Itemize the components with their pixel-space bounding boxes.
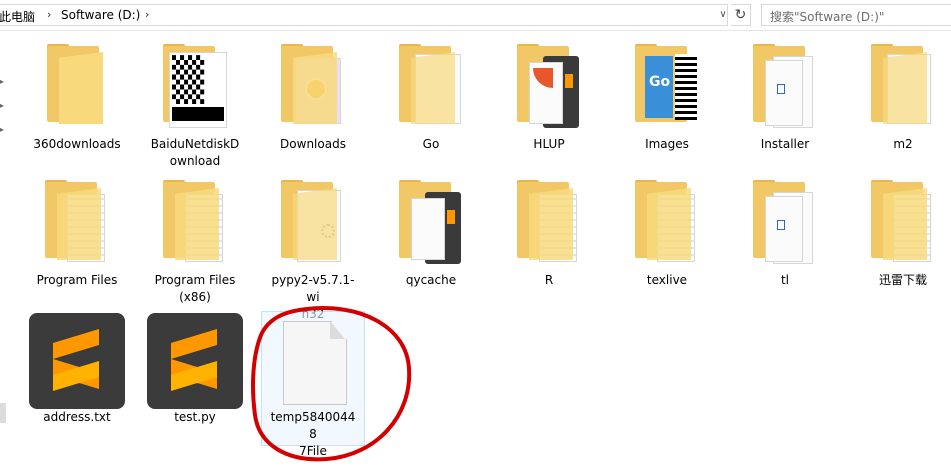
pin-icon[interactable]: ▸: [0, 125, 4, 134]
folder-icon: [27, 40, 127, 136]
pin-icon[interactable]: ▸: [0, 101, 4, 110]
folder-icon: Go: [617, 40, 717, 136]
item-label: Program Files: [36, 273, 118, 287]
annotation-circle: [251, 306, 412, 462]
folder-item[interactable]: Go: [381, 40, 481, 153]
item-label-line-1: BaiduNetdiskD: [150, 137, 240, 151]
folder-item[interactable]: tl: [735, 176, 835, 289]
breadcrumb-separator-icon[interactable]: ›: [47, 8, 51, 21]
go-gopher-icon: Go: [649, 74, 671, 90]
item-label: texlive: [646, 273, 688, 287]
sublime-text-icon: [29, 313, 125, 409]
folder-icon: [853, 176, 951, 272]
search-input[interactable]: 搜索"Software (D:)": [761, 4, 951, 26]
folder-icon: [617, 176, 717, 272]
folder-icon: [735, 40, 835, 136]
folder-item[interactable]: HLUP: [499, 40, 599, 153]
item-label: address.txt: [43, 410, 111, 424]
item-label-line-2: ownload: [169, 154, 221, 168]
folder-icon: [263, 176, 363, 272]
item-label-line-1: Program Files: [154, 273, 236, 287]
folder-item[interactable]: texlive: [617, 176, 717, 289]
item-label: Downloads: [280, 137, 346, 151]
folder-icon: [853, 40, 951, 136]
scrollbar-thumb[interactable]: [0, 403, 6, 423]
folder-icon: [735, 176, 835, 272]
file-item[interactable]: test.py: [145, 313, 245, 426]
navigation-pane[interactable]: ▸ ▸ ▸: [0, 31, 8, 470]
sublime-text-icon: [147, 313, 243, 409]
item-label: Images: [645, 137, 689, 151]
item-label: Go: [422, 137, 440, 151]
qr-code-icon: [675, 54, 697, 120]
folder-icon: [145, 176, 245, 272]
pin-icon[interactable]: ▸: [0, 77, 4, 86]
address-dropdown-chevron-icon[interactable]: ∨: [716, 6, 730, 24]
breadcrumb-software-d[interactable]: Software (D:): [61, 8, 140, 22]
item-label: 360downloads: [33, 137, 121, 151]
item-label: Installer: [760, 137, 810, 151]
folder-item[interactable]: ▒ BaiduNetdiskD ownload: [145, 40, 245, 170]
item-label: R: [544, 273, 554, 287]
folder-item[interactable]: Program Files (x86): [145, 176, 245, 306]
breadcrumb-this-pc[interactable]: 此电脑: [0, 8, 35, 25]
folder-item[interactable]: pypy2-v5.7.1-wi n32: [263, 176, 363, 323]
file-item[interactable]: address.txt: [27, 313, 127, 426]
item-label: test.py: [174, 410, 216, 424]
folder-icon: [27, 176, 127, 272]
folder-item[interactable]: Installer: [735, 40, 835, 153]
folder-icon: [499, 40, 599, 136]
item-label: 迅雷下载: [878, 273, 927, 287]
folder-item[interactable]: qycache: [381, 176, 481, 289]
item-label: tl: [780, 273, 790, 287]
folder-item[interactable]: Program Files: [27, 176, 127, 289]
folder-item[interactable]: 360downloads: [27, 40, 127, 153]
folder-icon: [499, 176, 599, 272]
folder-item[interactable]: Downloads: [263, 40, 363, 153]
item-label-line-2: (x86): [179, 290, 211, 304]
folder-item[interactable]: R: [499, 176, 599, 289]
address-bar: 此电脑 › Software (D:) › ∨ ↻ 搜索"Software (D…: [0, 0, 951, 31]
item-label: m2: [893, 137, 913, 151]
thumbnail-glyph: ▒: [172, 55, 205, 104]
address-field[interactable]: 此电脑 › Software (D:) ›: [0, 4, 728, 26]
folder-item[interactable]: Go Images: [617, 40, 717, 153]
folder-icon: [381, 176, 481, 272]
folder-item[interactable]: m2: [853, 40, 951, 153]
folder-icon: [381, 40, 481, 136]
search-placeholder: 搜索"Software (D:)": [770, 10, 885, 24]
breadcrumb-separator-icon[interactable]: ›: [145, 8, 149, 21]
item-label-line-1: pypy2-v5.7.1-wi: [271, 273, 355, 304]
refresh-icon[interactable]: ↻: [731, 4, 751, 26]
folder-icon: [263, 40, 363, 136]
item-label: qycache: [405, 273, 457, 287]
folder-icon: ▒: [145, 40, 245, 136]
folder-item[interactable]: 迅雷下载: [853, 176, 951, 289]
item-label: HLUP: [533, 137, 565, 151]
